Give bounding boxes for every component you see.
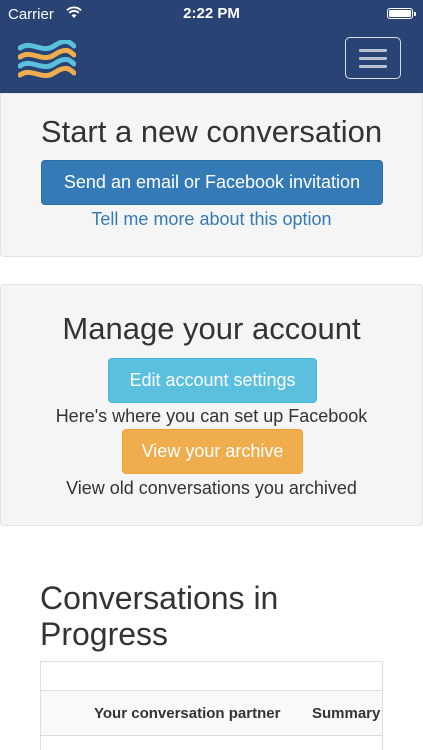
menu-bar [359,48,387,52]
wave-logo-icon[interactable] [17,38,77,85]
hamburger-menu-icon[interactable] [345,37,401,79]
new-conversation-panel: Start a new conversation Send an email o… [0,93,423,257]
battery-icon [387,8,416,19]
table-row [41,662,382,691]
status-bar: Carrier 2:22 PM [0,0,423,28]
menu-bar [359,56,387,60]
conversations-table: Your conversation partner Summary [40,661,383,750]
more-info-link[interactable]: Tell me more about this option [1,209,422,230]
edit-settings-help: Here's where you can set up Facebook [55,406,368,426]
menu-bar [359,64,387,68]
new-conversation-title: Start a new conversation [40,114,383,149]
manage-account-title: Manage your account [62,311,361,346]
manage-account-panel: Manage your account Edit account setting… [0,284,423,526]
archive-help: View old conversations you archived [66,478,357,498]
navbar [0,28,423,93]
column-header-summary[interactable]: Summary [312,705,380,722]
column-header-partner[interactable]: Your conversation partner [94,705,280,722]
edit-settings-button[interactable]: Edit account settings [108,358,317,403]
view-archive-button[interactable]: View your archive [122,429,303,474]
status-time: 2:22 PM [183,5,240,22]
table-header-row: Your conversation partner Summary [41,691,382,736]
send-invitation-button[interactable]: Send an email or Facebook invitation [41,160,383,205]
conversations-title: Conversations in Progress [40,580,279,652]
